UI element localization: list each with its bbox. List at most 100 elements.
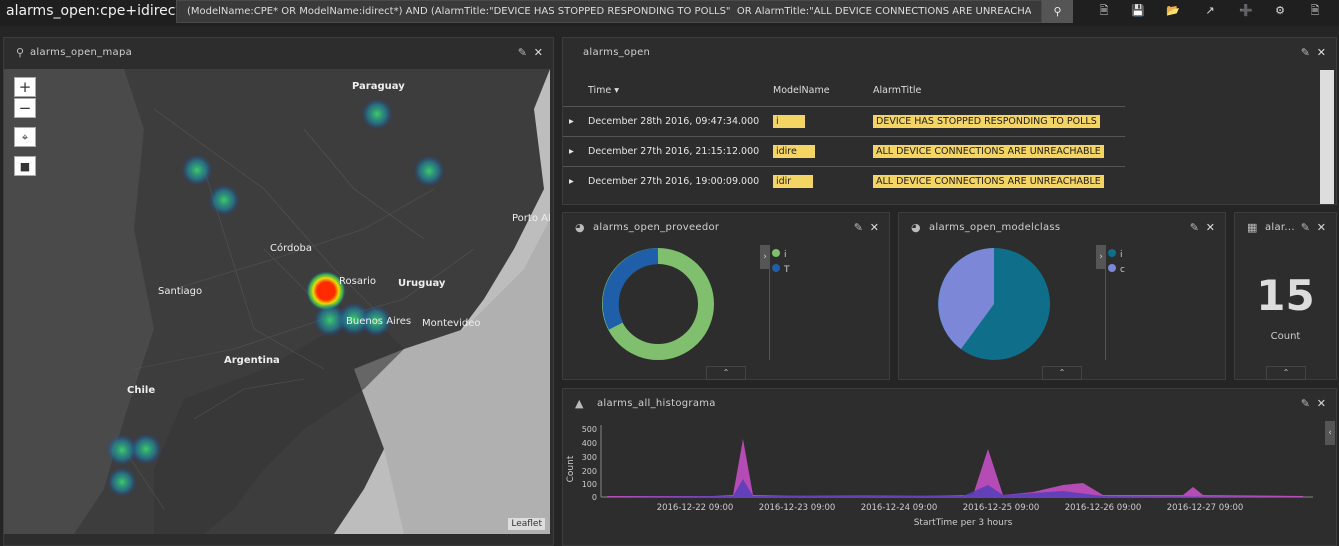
x-tick: 2016-12-25 09:00 [963, 503, 1040, 513]
heatmap-map[interactable]: + − ⌖ ■ Paraguay Córdoba Rosario Uruguay… [4, 69, 550, 534]
dashboard-title: alarms_open:cpe+idirect [6, 3, 181, 19]
expand-row-icon[interactable]: ▸ [563, 135, 588, 166]
edit-icon[interactable]: ✎ [854, 221, 863, 234]
modelclass-panel-header: ◕ alarms_open_modelclass ✎ ✕ [899, 213, 1225, 243]
y-tick: 300 [582, 453, 597, 462]
map-panel-title: alarms_open_mapa [30, 47, 133, 58]
x-tick: 2016-12-27 09:00 [1167, 503, 1244, 513]
series-area-1 [607, 439, 1303, 497]
y-tick: 0 [592, 493, 597, 502]
map-label-cordoba: Córdoba [270, 243, 312, 254]
count-panel-header: ▦ alar... ✎ ✕ [1235, 213, 1336, 243]
legend-item[interactable]: T [770, 264, 889, 275]
table-icon: ▦ [1247, 221, 1258, 234]
map-panel-header: ⚲ alarms_open_mapa ✎ ✕ [4, 38, 553, 68]
count-metric-value: 15 [1256, 271, 1315, 320]
legend-item[interactable]: c [1106, 264, 1225, 275]
stop-square-icon[interactable]: ■ [14, 156, 36, 176]
save-icon[interactable]: 💾 [1130, 3, 1146, 19]
proveedor-donut-chart [602, 248, 714, 360]
table-row[interactable]: ▸ December 28th 2016, 09:47:34.000 i DEV… [563, 105, 1125, 136]
collapse-chevron-icon[interactable]: ⌃ [1042, 366, 1082, 380]
column-header-modelname[interactable]: ModelName [773, 76, 873, 106]
open-folder-icon[interactable]: 📂 [1165, 3, 1181, 19]
edit-icon[interactable]: ✎ [1301, 397, 1310, 410]
collapse-chevron-icon[interactable]: ⌃ [1266, 366, 1306, 380]
modelclass-panel: ◕ alarms_open_modelclass ✎ ✕ › i c ⌃ [898, 212, 1226, 380]
column-header-alarmtitle[interactable]: AlarmTitle [873, 76, 1125, 106]
edit-icon[interactable]: ✎ [1301, 221, 1310, 234]
crop-icon[interactable]: ⌖ [14, 127, 36, 147]
top-bar: alarms_open:cpe+idirect ⚲ 🗎 💾 📂 ↗ ➕ ⚙ 🗎 [0, 0, 1339, 26]
alarms-table-panel: alarms_open ✎ ✕ Time ▾ ModelName AlarmTi… [562, 37, 1337, 205]
pie-chart-icon: ◕ [575, 221, 585, 234]
add-icon[interactable]: ➕ [1238, 3, 1254, 19]
edit-icon[interactable]: ✎ [1190, 221, 1199, 234]
histogram-panel-title: alarms_all_histograma [597, 398, 716, 409]
legend-item[interactable]: i [1106, 245, 1225, 264]
legend-toggle-icon[interactable]: ‹ [1325, 421, 1335, 445]
map-canvas [4, 69, 550, 534]
share-icon[interactable]: ↗ [1202, 3, 1218, 19]
y-axis-label: Count [566, 455, 576, 482]
proveedor-panel-title: alarms_open_proveedor [593, 222, 720, 233]
edit-icon[interactable]: ✎ [518, 46, 527, 59]
zoom-out-button[interactable]: − [14, 98, 36, 118]
donut-slice-t[interactable] [602, 248, 659, 330]
new-doc-icon[interactable]: 🗎 [1096, 3, 1112, 19]
count-panel: ▦ alar... ✎ ✕ 15 Count ⌃ [1234, 212, 1337, 380]
search-query-input[interactable] [176, 0, 1042, 23]
close-icon[interactable]: ✕ [1317, 397, 1326, 410]
close-icon[interactable]: ✕ [1317, 221, 1326, 234]
close-icon[interactable]: ✕ [870, 221, 879, 234]
y-tick: 400 [582, 439, 597, 448]
leaflet-attribution[interactable]: Leaflet [508, 518, 545, 530]
x-tick: 2016-12-23 09:00 [759, 503, 836, 513]
proveedor-panel: ◕ alarms_open_proveedor ✎ ✕ › i T ⌃ [562, 212, 890, 380]
zoom-in-button[interactable]: + [14, 77, 36, 97]
close-icon[interactable]: ✕ [1206, 221, 1215, 234]
search-icon: ⚲ [1053, 5, 1062, 18]
map-label-uruguay: Uruguay [398, 278, 446, 289]
close-icon[interactable]: ✕ [534, 46, 543, 59]
collapse-chevron-icon[interactable]: ⌃ [706, 366, 746, 380]
expand-row-icon[interactable]: ▸ [563, 165, 588, 196]
close-icon[interactable]: ✕ [1317, 46, 1326, 59]
table-scrollbar[interactable] [1320, 70, 1334, 204]
modelclass-legend: › i c [1096, 245, 1225, 360]
y-tick: 200 [582, 467, 597, 476]
gear-icon[interactable]: ⚙ [1272, 3, 1288, 19]
column-header-time[interactable]: Time ▾ [588, 76, 773, 106]
modelclass-pie-chart [938, 248, 1050, 360]
histogram-panel: ▲ alarms_all_histograma ✎ ✕ 500 400 300 … [562, 388, 1337, 546]
count-panel-title: alar... [1265, 222, 1295, 233]
histogram-panel-header: ▲ alarms_all_histograma ✎ ✕ [563, 389, 1336, 419]
table-panel-header: alarms_open ✎ ✕ [563, 38, 1336, 68]
table-row[interactable]: ▸ December 27th 2016, 21:15:12.000 idire… [563, 135, 1125, 166]
proveedor-panel-header: ◕ alarms_open_proveedor ✎ ✕ [563, 213, 889, 243]
search-button[interactable]: ⚲ [1042, 0, 1073, 23]
doc-icon[interactable]: 🗎 [1307, 3, 1323, 19]
x-axis-label: StartTime per 3 hours [914, 518, 1013, 528]
count-metric-label: Count [1270, 331, 1301, 342]
x-tick: 2016-12-24 09:00 [861, 503, 938, 513]
legend-toggle-icon[interactable]: › [760, 245, 770, 269]
map-label-buenos-aires: Buenos Aires [346, 316, 412, 327]
alarms-table: Time ▾ ModelName AlarmTitle ▸ December 2… [563, 76, 1125, 196]
map-label-argentina: Argentina [224, 355, 280, 366]
area-chart-icon: ▲ [575, 397, 584, 410]
modelclass-panel-title: alarms_open_modelclass [929, 222, 1061, 233]
map-label-montevideo: Montevideo [422, 318, 481, 329]
expand-row-icon[interactable]: ▸ [563, 105, 588, 136]
table-panel-title: alarms_open [583, 47, 651, 58]
edit-icon[interactable]: ✎ [1301, 46, 1310, 59]
y-tick: 100 [582, 480, 597, 489]
legend-item[interactable]: i [770, 245, 889, 264]
x-tick: 2016-12-26 09:00 [1065, 503, 1142, 513]
table-header-row: Time ▾ ModelName AlarmTitle [563, 76, 1125, 106]
x-tick: 2016-12-22 09:00 [657, 503, 734, 513]
proveedor-legend: › i T [760, 245, 889, 360]
map-label-rosario: Rosario [339, 276, 376, 287]
table-row[interactable]: ▸ December 27th 2016, 19:00:09.000 idir … [563, 165, 1125, 196]
legend-toggle-icon[interactable]: › [1096, 245, 1106, 269]
